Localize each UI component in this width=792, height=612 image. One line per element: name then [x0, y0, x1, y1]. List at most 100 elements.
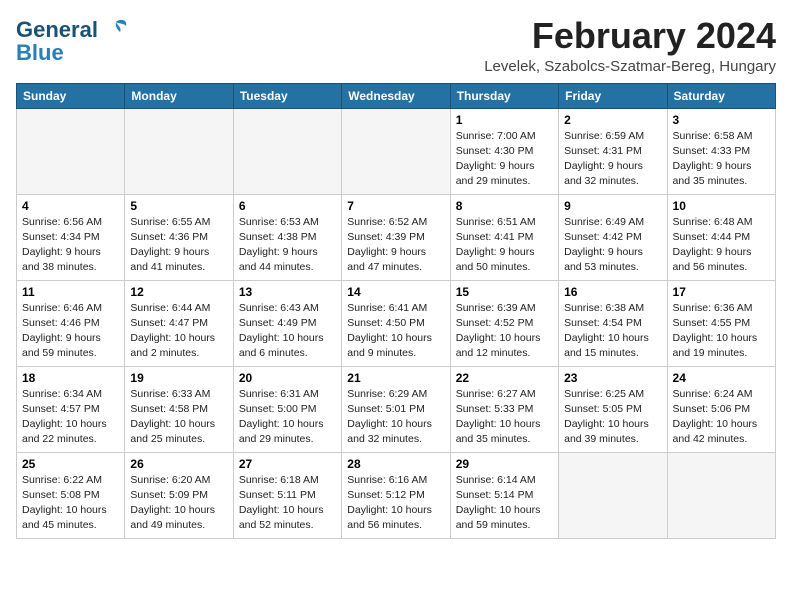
calendar-cell: 9 Sunrise: 6:49 AM Sunset: 4:42 PM Daylig…	[559, 194, 667, 280]
day-info: Sunrise: 6:44 AM Sunset: 4:47 PM Dayligh…	[130, 301, 227, 362]
calendar-cell: 7Sunrise: 6:52 AM Sunset: 4:39 PM Daylig…	[342, 194, 450, 280]
day-info: Sunrise: 6:22 AM Sunset: 5:08 PM Dayligh…	[22, 473, 119, 534]
day-number: 28	[347, 457, 444, 471]
day-info: Sunrise: 6:16 AM Sunset: 5:12 PM Dayligh…	[347, 473, 444, 534]
calendar-cell: 14Sunrise: 6:41 AM Sunset: 4:50 PM Dayli…	[342, 280, 450, 366]
calendar-cell: 5 Sunrise: 6:55 AM Sunset: 4:36 PM Daylig…	[125, 194, 233, 280]
day-info: Sunrise: 6:29 AM Sunset: 5:01 PM Dayligh…	[347, 387, 444, 448]
day-number: 14	[347, 285, 444, 299]
day-number: 10	[673, 199, 770, 213]
calendar-cell: 26 Sunrise: 6:20 AM Sunset: 5:09 PM Dayli…	[125, 452, 233, 538]
calendar-cell: 2 Sunrise: 6:59 AM Sunset: 4:31 PM Daylig…	[559, 108, 667, 194]
day-info: Sunrise: 6:18 AM Sunset: 5:11 PM Dayligh…	[239, 473, 336, 534]
calendar-cell: 24 Sunrise: 6:24 AM Sunset: 5:06 PM Dayli…	[667, 366, 775, 452]
day-number: 26	[130, 457, 227, 471]
page-header: General Blue February 2024 Levelek, Szab…	[16, 16, 776, 75]
calendar-cell: 13Sunrise: 6:43 AM Sunset: 4:49 PM Dayli…	[233, 280, 341, 366]
weekday-header-saturday: Saturday	[667, 83, 775, 108]
day-number: 17	[673, 285, 770, 299]
day-number: 23	[564, 371, 661, 385]
calendar-cell: 6 Sunrise: 6:53 AM Sunset: 4:38 PM Daylig…	[233, 194, 341, 280]
week-row-2: 4 Sunrise: 6:56 AM Sunset: 4:34 PM Daylig…	[17, 194, 776, 280]
day-info: Sunrise: 6:43 AM Sunset: 4:49 PM Dayligh…	[239, 301, 336, 362]
day-number: 12	[130, 285, 227, 299]
day-info: Sunrise: 6:51 AM Sunset: 4:41 PM Dayligh…	[456, 215, 553, 276]
location: Levelek, Szabolcs-Szatmar-Bereg, Hungary	[484, 58, 776, 75]
calendar-cell: 19 Sunrise: 6:33 AM Sunset: 4:58 PM Dayli…	[125, 366, 233, 452]
weekday-header-monday: Monday	[125, 83, 233, 108]
day-info: Sunrise: 6:36 AM Sunset: 4:55 PM Dayligh…	[673, 301, 770, 362]
calendar-cell: 29 Sunrise: 6:14 AM Sunset: 5:14 PM Dayli…	[450, 452, 558, 538]
calendar-table: SundayMondayTuesdayWednesdayThursdayFrid…	[16, 83, 776, 539]
weekday-header-wednesday: Wednesday	[342, 83, 450, 108]
week-row-5: 25 Sunrise: 6:22 AM Sunset: 5:08 PM Dayli…	[17, 452, 776, 538]
calendar-cell: 8 Sunrise: 6:51 AM Sunset: 4:41 PM Daylig…	[450, 194, 558, 280]
day-info: Sunrise: 7:00 AM Sunset: 4:30 PM Dayligh…	[456, 129, 553, 190]
day-number: 2	[564, 113, 661, 127]
calendar-cell: 20 Sunrise: 6:31 AM Sunset: 5:00 PM Dayli…	[233, 366, 341, 452]
day-number: 24	[673, 371, 770, 385]
calendar-cell	[667, 452, 775, 538]
weekday-header-row: SundayMondayTuesdayWednesdayThursdayFrid…	[17, 83, 776, 108]
day-number: 19	[130, 371, 227, 385]
day-number: 4	[22, 199, 119, 213]
day-info: Sunrise: 6:53 AM Sunset: 4:38 PM Dayligh…	[239, 215, 336, 276]
calendar-cell: 4 Sunrise: 6:56 AM Sunset: 4:34 PM Daylig…	[17, 194, 125, 280]
logo: General Blue	[16, 16, 130, 66]
weekday-header-tuesday: Tuesday	[233, 83, 341, 108]
day-number: 5	[130, 199, 227, 213]
calendar-cell: 3Sunrise: 6:58 AM Sunset: 4:33 PM Daylig…	[667, 108, 775, 194]
calendar-cell	[233, 108, 341, 194]
weekday-header-sunday: Sunday	[17, 83, 125, 108]
calendar-cell: 17 Sunrise: 6:36 AM Sunset: 4:55 PM Dayli…	[667, 280, 775, 366]
day-number: 15	[456, 285, 553, 299]
calendar-cell: 21 Sunrise: 6:29 AM Sunset: 5:01 PM Dayli…	[342, 366, 450, 452]
day-info: Sunrise: 6:33 AM Sunset: 4:58 PM Dayligh…	[130, 387, 227, 448]
day-number: 3	[673, 113, 770, 127]
calendar-cell: 18 Sunrise: 6:34 AM Sunset: 4:57 PM Dayli…	[17, 366, 125, 452]
calendar-cell: 15 Sunrise: 6:39 AM Sunset: 4:52 PM Dayli…	[450, 280, 558, 366]
calendar-cell: 11Sunrise: 6:46 AM Sunset: 4:46 PM Dayli…	[17, 280, 125, 366]
day-info: Sunrise: 6:24 AM Sunset: 5:06 PM Dayligh…	[673, 387, 770, 448]
day-number: 29	[456, 457, 553, 471]
logo-bird-icon	[102, 16, 130, 44]
day-info: Sunrise: 6:59 AM Sunset: 4:31 PM Dayligh…	[564, 129, 661, 190]
week-row-1: 1Sunrise: 7:00 AM Sunset: 4:30 PM Daylig…	[17, 108, 776, 194]
day-info: Sunrise: 6:39 AM Sunset: 4:52 PM Dayligh…	[456, 301, 553, 362]
day-number: 25	[22, 457, 119, 471]
calendar-cell: 22 Sunrise: 6:27 AM Sunset: 5:33 PM Dayli…	[450, 366, 558, 452]
calendar-cell: 23Sunrise: 6:25 AM Sunset: 5:05 PM Dayli…	[559, 366, 667, 452]
day-number: 6	[239, 199, 336, 213]
day-number: 9	[564, 199, 661, 213]
day-info: Sunrise: 6:56 AM Sunset: 4:34 PM Dayligh…	[22, 215, 119, 276]
day-number: 20	[239, 371, 336, 385]
calendar-cell: 10 Sunrise: 6:48 AM Sunset: 4:44 PM Dayli…	[667, 194, 775, 280]
week-row-3: 11Sunrise: 6:46 AM Sunset: 4:46 PM Dayli…	[17, 280, 776, 366]
day-info: Sunrise: 6:48 AM Sunset: 4:44 PM Dayligh…	[673, 215, 770, 276]
day-info: Sunrise: 6:27 AM Sunset: 5:33 PM Dayligh…	[456, 387, 553, 448]
calendar-cell: 16 Sunrise: 6:38 AM Sunset: 4:54 PM Dayli…	[559, 280, 667, 366]
day-number: 22	[456, 371, 553, 385]
day-info: Sunrise: 6:38 AM Sunset: 4:54 PM Dayligh…	[564, 301, 661, 362]
day-info: Sunrise: 6:34 AM Sunset: 4:57 PM Dayligh…	[22, 387, 119, 448]
calendar-cell: 12 Sunrise: 6:44 AM Sunset: 4:47 PM Dayli…	[125, 280, 233, 366]
day-number: 16	[564, 285, 661, 299]
day-info: Sunrise: 6:49 AM Sunset: 4:42 PM Dayligh…	[564, 215, 661, 276]
day-info: Sunrise: 6:31 AM Sunset: 5:00 PM Dayligh…	[239, 387, 336, 448]
weekday-header-thursday: Thursday	[450, 83, 558, 108]
month-title: February 2024	[484, 16, 776, 56]
day-number: 8	[456, 199, 553, 213]
day-info: Sunrise: 6:46 AM Sunset: 4:46 PM Dayligh…	[22, 301, 119, 362]
day-info: Sunrise: 6:55 AM Sunset: 4:36 PM Dayligh…	[130, 215, 227, 276]
day-number: 21	[347, 371, 444, 385]
title-area: February 2024 Levelek, Szabolcs-Szatmar-…	[484, 16, 776, 75]
calendar-cell: 27Sunrise: 6:18 AM Sunset: 5:11 PM Dayli…	[233, 452, 341, 538]
calendar-cell	[559, 452, 667, 538]
day-info: Sunrise: 6:52 AM Sunset: 4:39 PM Dayligh…	[347, 215, 444, 276]
week-row-4: 18 Sunrise: 6:34 AM Sunset: 4:57 PM Dayli…	[17, 366, 776, 452]
day-number: 18	[22, 371, 119, 385]
day-info: Sunrise: 6:14 AM Sunset: 5:14 PM Dayligh…	[456, 473, 553, 534]
day-info: Sunrise: 6:20 AM Sunset: 5:09 PM Dayligh…	[130, 473, 227, 534]
calendar-cell	[342, 108, 450, 194]
weekday-header-friday: Friday	[559, 83, 667, 108]
